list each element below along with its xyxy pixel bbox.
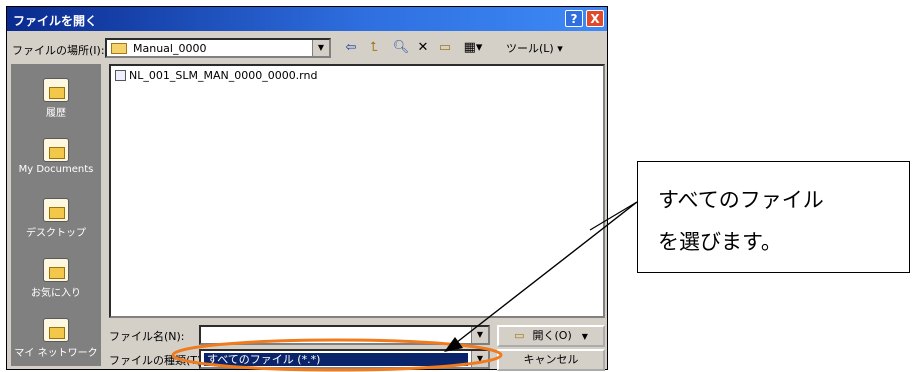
callout-arrow-line (451, 201, 638, 347)
callout-text-line1: すべてのファイル (658, 188, 824, 212)
callout-text-line2: を選びます。 (658, 230, 782, 254)
callout-pointer-line (589, 201, 638, 231)
callout-box: すべてのファイル を選びます。 (637, 161, 910, 273)
